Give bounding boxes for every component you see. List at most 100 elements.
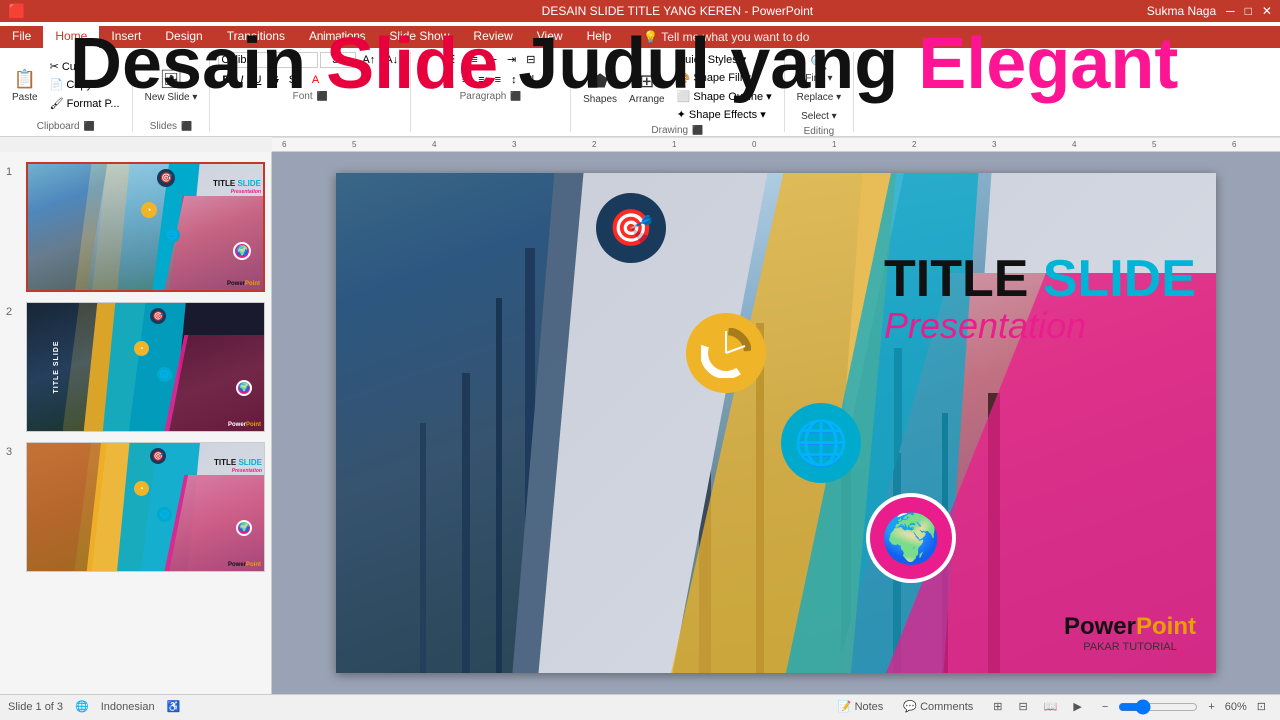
editing-button[interactable]: 🔍 Find ▾ xyxy=(793,52,846,86)
tab-insert[interactable]: Insert xyxy=(99,26,153,48)
thumb1-title-slide: SLIDE xyxy=(237,179,261,188)
decrease-font-button[interactable]: A↓ xyxy=(381,52,402,68)
paste-button[interactable]: 📋 Paste xyxy=(8,67,42,105)
slide-thumb-inner-2[interactable]: TITLE SLIDE 🎯 ◔ 🌐 🌍 PowerPoint xyxy=(26,302,265,432)
maximize-button[interactable]: □ xyxy=(1245,4,1252,18)
bullets-button[interactable]: ☰ xyxy=(441,52,459,68)
slide-panel[interactable]: 1 🎯 ◔ 🌐 🌍 xyxy=(0,152,272,694)
tab-transitions[interactable]: Transitions xyxy=(215,26,297,48)
slides-expand[interactable]: ⬛ xyxy=(181,121,192,132)
slide-thumb-2[interactable]: 2 TITLE SLIDE 🎯 ◔ 🌐 🌍 xyxy=(4,300,267,434)
format-painter-button[interactable]: 🖌 Format P... xyxy=(46,96,124,112)
pp-point-text: Point xyxy=(1136,613,1196,640)
font-expand[interactable]: ⬛ xyxy=(317,91,328,102)
replace-button[interactable]: Replace ▾ xyxy=(793,90,846,105)
paste-icon: 📋 xyxy=(14,69,36,90)
copy-button[interactable]: 📄 Copy xyxy=(46,77,124,93)
slide-thumb-inner-1[interactable]: 🎯 ◔ 🌐 🌍 TITLE SLIDE Presentation PowerPo… xyxy=(26,162,265,292)
titlebar-right: Sukma Naga ─ □ ✕ xyxy=(1147,4,1272,18)
font-color-button[interactable]: A xyxy=(308,72,323,88)
thumb3-powerpoint: PowerPoint xyxy=(228,562,261,568)
tab-help[interactable]: Help xyxy=(575,26,624,48)
thumb3-presentation: Presentation xyxy=(232,468,262,474)
normal-view-button[interactable]: ⊞ xyxy=(987,698,1008,715)
tell-me-input[interactable]: 💡 Tell me what you want to do xyxy=(643,30,809,44)
user-name: Sukma Naga xyxy=(1147,4,1216,18)
group-editing: 🔍 Find ▾ Replace ▾ Select ▾ Editing xyxy=(785,52,855,132)
tab-animations[interactable]: Animations xyxy=(297,26,377,48)
tab-review[interactable]: Review xyxy=(461,26,524,48)
svg-text:1: 1 xyxy=(672,140,677,149)
editing-label: Editing xyxy=(804,126,835,137)
pie-icon-circle xyxy=(686,313,766,393)
shadow-button[interactable]: S⁻ xyxy=(285,72,306,88)
slide-sorter-button[interactable]: ⊟ xyxy=(1012,698,1033,715)
thumb1-pp-point: Point xyxy=(245,281,260,287)
tab-file[interactable]: File xyxy=(0,26,43,48)
close-button[interactable]: ✕ xyxy=(1262,4,1272,18)
slide-thumb-1[interactable]: 1 🎯 ◔ 🌐 🌍 xyxy=(4,160,267,294)
shape-effects-button[interactable]: ✦ Shape Effects ▾ xyxy=(673,107,776,123)
comments-icon: 💬 xyxy=(903,701,917,713)
zoom-slider[interactable] xyxy=(1118,699,1198,715)
new-slide-button[interactable]: 🖼 New Slide ▾ xyxy=(141,67,202,105)
clipboard-expand[interactable]: ⬛ xyxy=(84,121,95,132)
fit-to-window-button[interactable]: ⊡ xyxy=(1251,698,1272,715)
align-center-button[interactable]: ≡ xyxy=(458,72,472,88)
slideshow-button[interactable]: ▶ xyxy=(1067,698,1087,715)
tab-home[interactable]: Home xyxy=(43,26,99,48)
target-icon-circle: 🎯 xyxy=(596,193,666,263)
slide-thumb-inner-3[interactable]: 🎯 ◔ 🌐 🌍 TITLE SLIDE Presentation PowerPo… xyxy=(26,442,265,572)
drawing-expand[interactable]: ⬛ xyxy=(692,125,703,136)
font-size-input[interactable] xyxy=(320,52,356,68)
slide-powerpoint-brand: PowerPoint PAKAR TUTORIAL xyxy=(1064,613,1196,653)
notes-button[interactable]: 📝 Notes xyxy=(832,698,890,715)
paragraph-label: Paragraph xyxy=(460,91,507,102)
strikethrough-button[interactable]: S xyxy=(267,72,282,88)
shape-outline-button[interactable]: ⬜ Shape Outline ▾ xyxy=(673,89,776,105)
tab-design[interactable]: Design xyxy=(153,26,214,48)
minimize-button[interactable]: ─ xyxy=(1226,4,1235,18)
paragraph-expand[interactable]: ⬛ xyxy=(510,91,521,102)
shapes-button[interactable]: ⬟ Shapes xyxy=(579,69,621,107)
numbering-button[interactable]: 1≡ xyxy=(461,52,482,68)
comments-button[interactable]: 💬 Comments xyxy=(897,698,979,715)
slide-thumb-3[interactable]: 3 🎯 ◔ 🌐 🌍 TITLE SLI xyxy=(4,440,267,574)
align-right-button[interactable]: ≡ xyxy=(474,72,488,88)
zoom-in-button[interactable]: + xyxy=(1202,699,1220,715)
slide-title-cyan-part: SLIDE xyxy=(1043,250,1196,308)
group-paragraph: ☰ 1≡ ⇤ ⇥ ⊟ ≡ ≡ ≡ ≡ ↕ ⇅ Paragraph ⬛ xyxy=(411,52,571,132)
slide-num-3: 3 xyxy=(6,442,22,458)
thumb3-pp-power: Power xyxy=(228,562,246,568)
canvas-area[interactable]: 🎯 🌐 🌍 TITLE xyxy=(272,152,1280,694)
pp-subtitle: PAKAR TUTORIAL xyxy=(1064,641,1196,653)
cut-button[interactable]: ✂ Cut xyxy=(46,59,124,75)
align-left-button[interactable]: ≡ xyxy=(441,72,455,88)
increase-font-button[interactable]: A↑ xyxy=(358,52,379,68)
indent-more-button[interactable]: ⇥ xyxy=(503,52,520,68)
line-spacing-button[interactable]: ↕ xyxy=(507,72,521,88)
zoom-out-button[interactable]: − xyxy=(1096,699,1114,715)
shape-fill-button[interactable]: 🎨 Shape Fill ▾ xyxy=(673,70,776,86)
indent-less-button[interactable]: ⇤ xyxy=(484,52,501,68)
arrange-button[interactable]: ⊞ Arrange xyxy=(625,69,669,107)
tab-view[interactable]: View xyxy=(525,26,575,48)
tab-slideshow[interactable]: Slide Show xyxy=(377,26,461,48)
bold-button[interactable]: B xyxy=(218,72,234,88)
svg-text:6: 6 xyxy=(282,140,287,149)
select-button[interactable]: Select ▾ xyxy=(793,109,846,124)
slide-num-1: 1 xyxy=(6,162,22,178)
underline-button[interactable]: U xyxy=(249,72,265,88)
svg-text:3: 3 xyxy=(992,140,997,149)
quick-styles-button[interactable]: Quick Styles ▾ xyxy=(673,52,776,68)
group-slides: 🖼 New Slide ▾ Slides ⬛ xyxy=(133,52,211,132)
columns-button[interactable]: ⊟ xyxy=(522,52,539,68)
pie-chart-svg xyxy=(701,328,751,378)
pp-power-text: Power xyxy=(1064,613,1136,640)
reading-view-button[interactable]: 📖 xyxy=(1038,698,1064,715)
accessibility-icon: ♿ xyxy=(167,700,181,713)
italic-button[interactable]: I xyxy=(236,72,247,88)
text-direction-button[interactable]: ⇅ xyxy=(523,72,540,88)
justify-button[interactable]: ≡ xyxy=(491,72,505,88)
font-name-input[interactable] xyxy=(218,52,318,68)
